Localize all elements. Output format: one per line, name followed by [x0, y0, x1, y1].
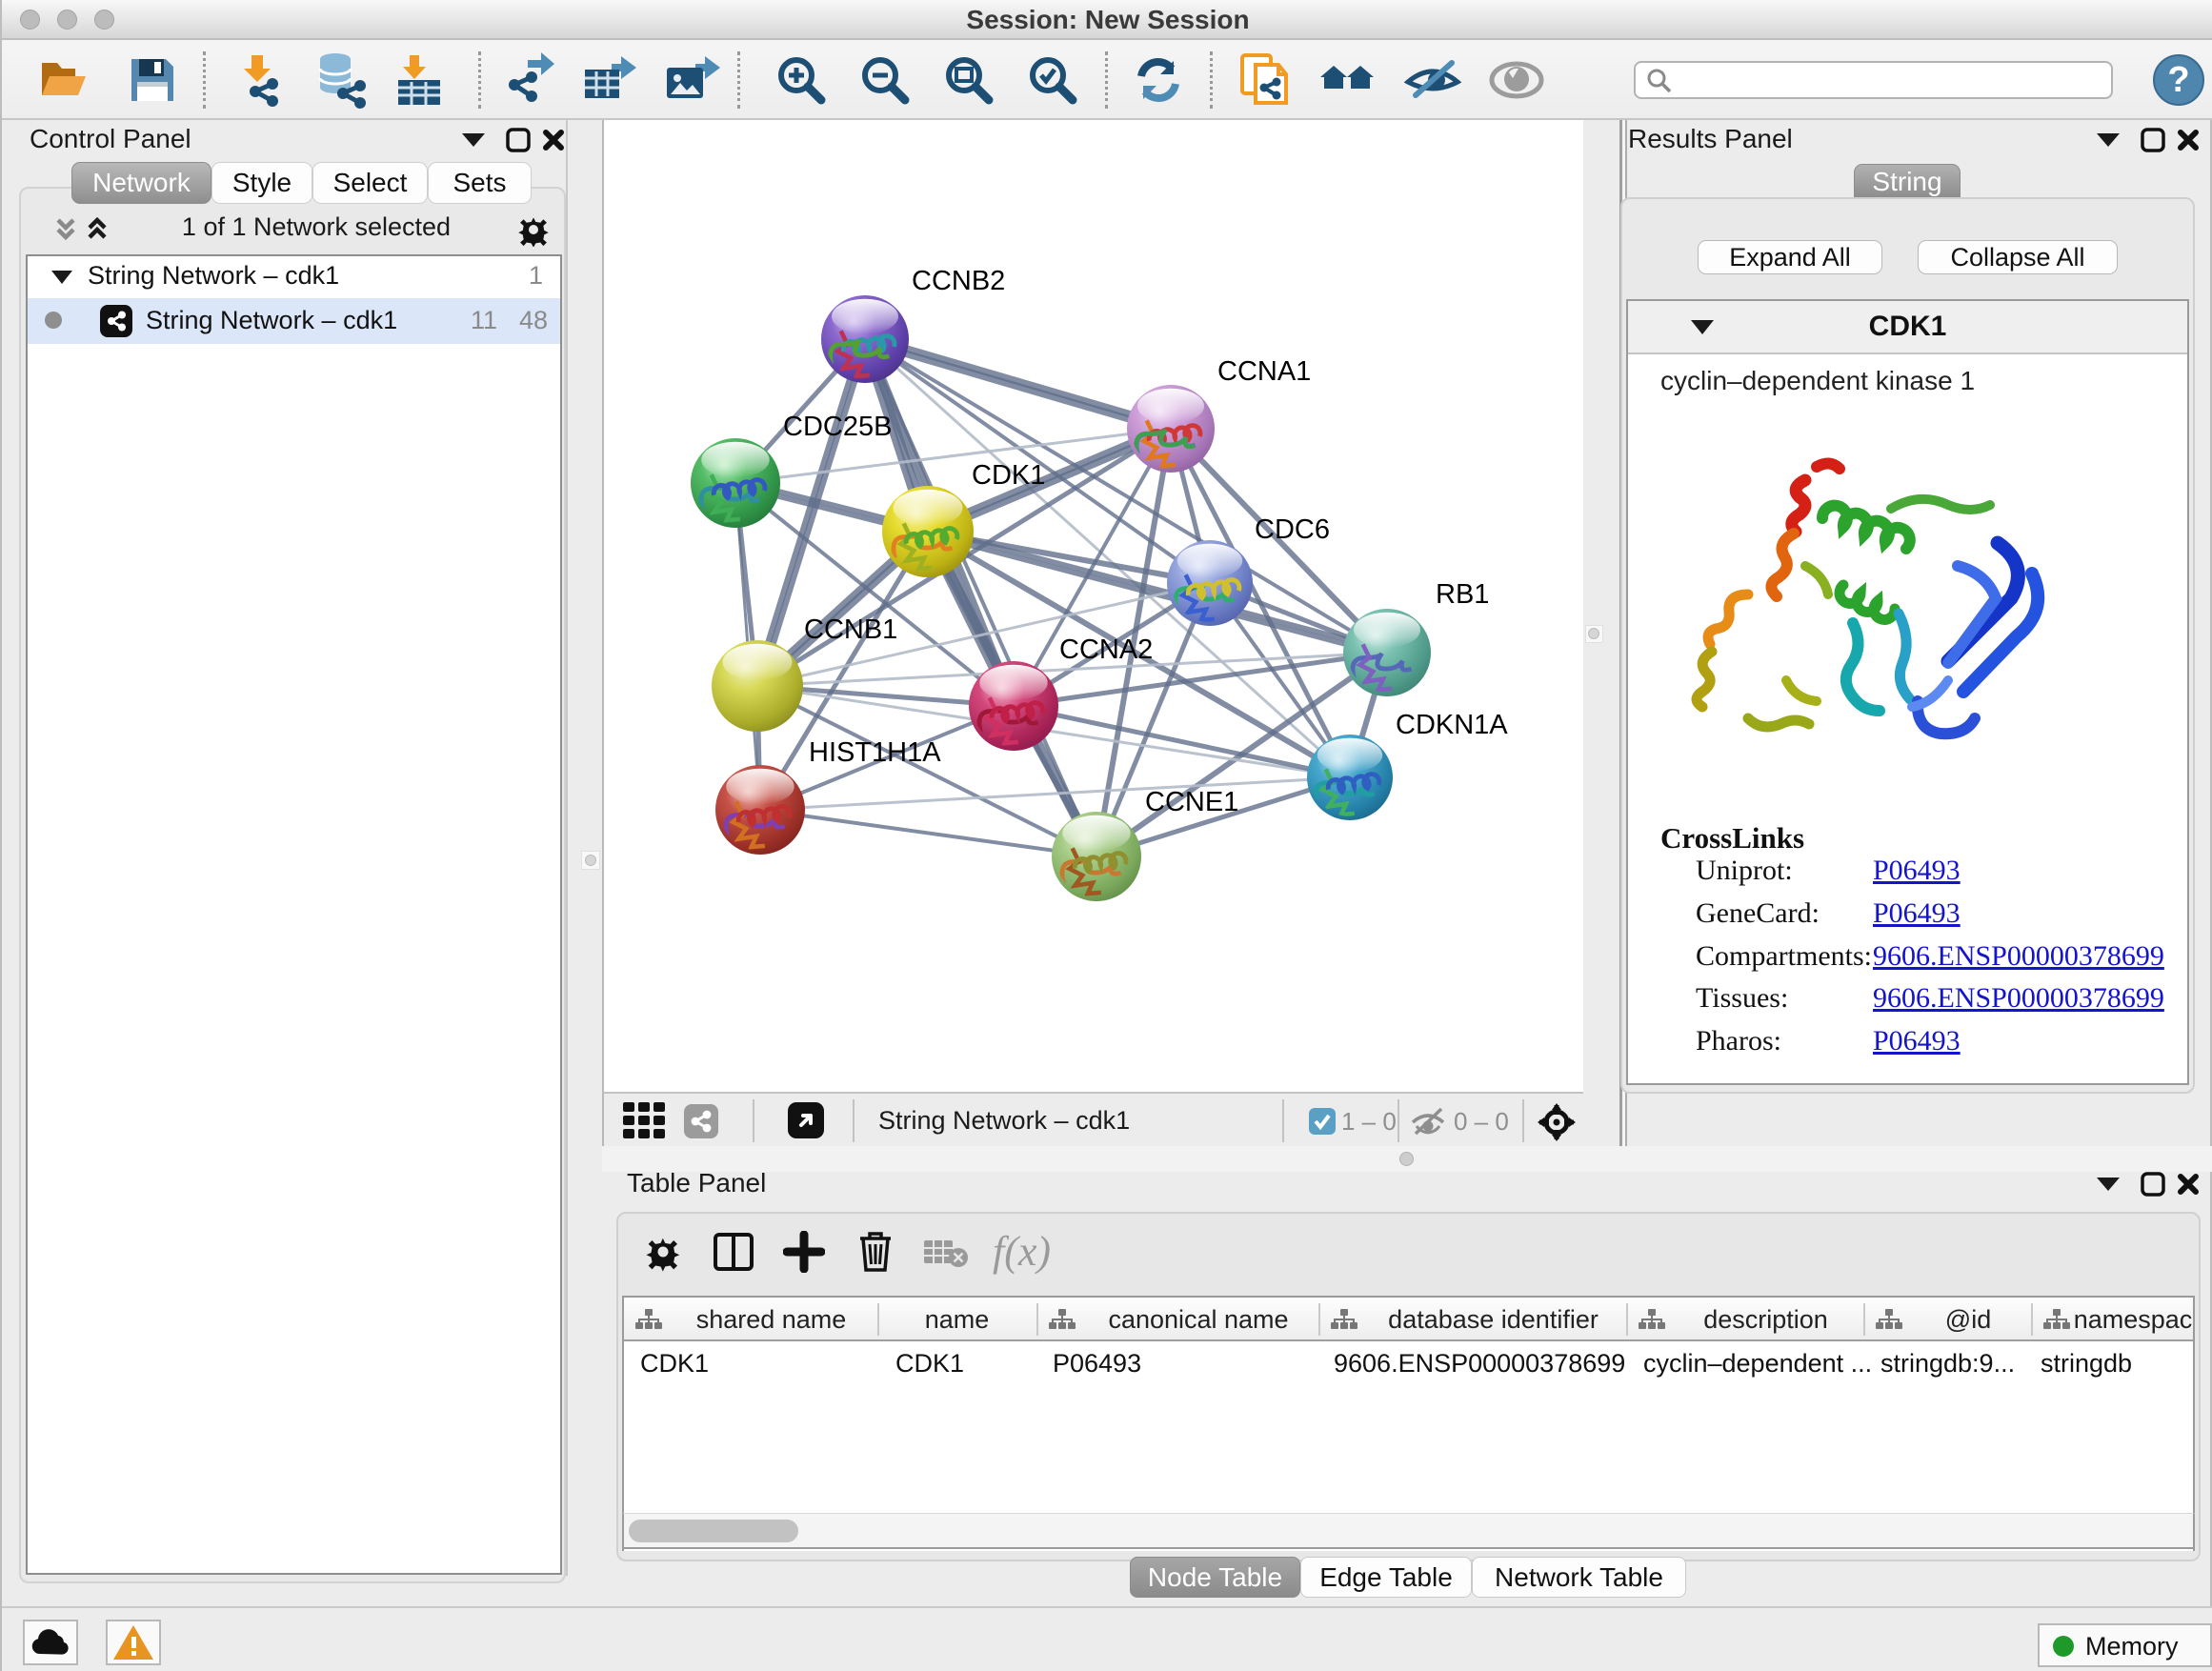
- svg-text:CCNE1: CCNE1: [1145, 787, 1238, 817]
- svg-text:CDKN1A: CDKN1A: [1396, 710, 1508, 740]
- svg-text:CCNB2: CCNB2: [912, 266, 1005, 296]
- svg-text:CDC25B: CDC25B: [783, 412, 892, 442]
- svg-text:RB1: RB1: [1436, 579, 1489, 610]
- svg-text:CDK1: CDK1: [972, 460, 1045, 491]
- svg-text:CDC6: CDC6: [1255, 514, 1330, 545]
- svg-text:CCNA2: CCNA2: [1059, 634, 1153, 665]
- svg-text:CCNB1: CCNB1: [804, 614, 897, 645]
- svg-text:HIST1H1A: HIST1H1A: [809, 737, 941, 768]
- svg-text:CCNA1: CCNA1: [1217, 356, 1311, 387]
